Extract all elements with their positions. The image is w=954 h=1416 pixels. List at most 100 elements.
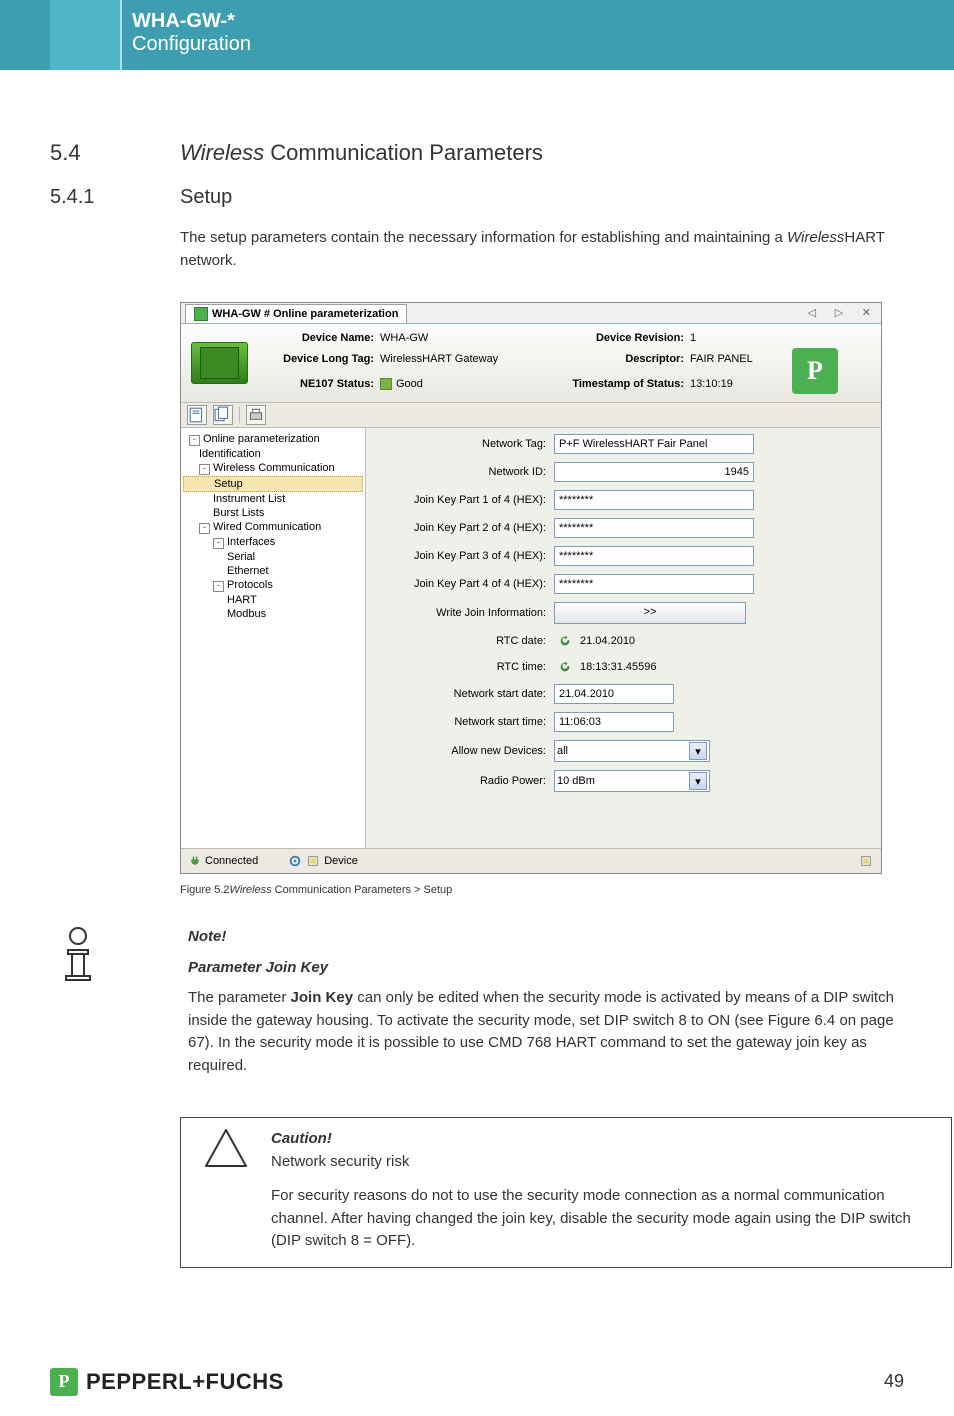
status-connected: Connected <box>189 855 258 867</box>
network-tag-label: Network Tag: <box>376 438 554 450</box>
note-icon <box>58 926 98 981</box>
device-name-value: WHA-GW <box>380 332 550 344</box>
doc-header: WHA-GW-* Configuration <box>0 0 954 70</box>
toolbar-button-3[interactable] <box>246 405 266 425</box>
page-icon <box>188 406 206 424</box>
tree-hart[interactable]: HART <box>183 593 363 607</box>
tree-identification[interactable]: Identification <box>183 447 363 461</box>
tab-controls[interactable]: ◁ ▷ ✕ <box>808 306 877 320</box>
join-key-1-label: Join Key Part 1 of 4 (HEX): <box>376 494 554 506</box>
tree-ethernet[interactable]: Ethernet <box>183 564 363 578</box>
tree-protocols[interactable]: -Protocols <box>183 578 363 593</box>
join-key-3-input[interactable] <box>554 546 754 566</box>
device-name-label: Device Name: <box>260 332 380 344</box>
note-body-a: The parameter <box>188 989 291 1006</box>
radio-power-label: Radio Power: <box>376 775 554 787</box>
header-text: WHA-GW-* Configuration <box>122 0 251 56</box>
write-join-button[interactable]: >> <box>554 602 746 624</box>
collapse-icon[interactable]: - <box>213 581 224 592</box>
network-start-date-label: Network start date: <box>376 688 554 700</box>
network-tag-input[interactable] <box>554 434 754 454</box>
figcap-italic: Wireless <box>230 884 272 896</box>
screenshot-statusbar: Connected Device <box>181 848 881 873</box>
screenshot-panel: WHA-GW # Online parameterization ◁ ▷ ✕ D… <box>180 302 882 874</box>
tree-serial[interactable]: Serial <box>183 550 363 564</box>
print-icon <box>247 406 265 424</box>
ne107-label: NE107 Status: <box>260 378 380 390</box>
intro-a: The setup parameters contain the necessa… <box>180 229 787 246</box>
subsection-heading: 5.4.1 Setup <box>50 186 904 209</box>
toolbar-button-1[interactable] <box>187 405 207 425</box>
tree-wired-comm[interactable]: -Wired Communication <box>183 520 363 535</box>
screenshot-main: -Online parameterization Identification … <box>181 428 881 848</box>
network-id-label: Network ID: <box>376 466 554 478</box>
join-key-4-label: Join Key Part 4 of 4 (HEX): <box>376 578 554 590</box>
caution-box: Caution! Network security risk For secur… <box>180 1117 952 1268</box>
screenshot-toolbar <box>181 403 881 428</box>
allow-new-devices-label: Allow new Devices: <box>376 745 554 757</box>
join-key-2-label: Join Key Part 2 of 4 (HEX): <box>376 522 554 534</box>
tree-interfaces[interactable]: -Interfaces <box>183 535 363 550</box>
status-connected-text: Connected <box>205 855 258 867</box>
ne107-value: Good <box>396 378 423 390</box>
collapse-icon[interactable]: - <box>189 435 200 446</box>
allow-new-devices-value: all <box>557 745 568 757</box>
caution-heading: Caution! <box>271 1130 332 1147</box>
network-start-date-input[interactable] <box>554 684 674 704</box>
brand-name: PEPPERL+FUCHS <box>86 1369 284 1395</box>
brand-logo-icon: P <box>50 1368 78 1396</box>
note-body-bold: Join Key <box>291 989 354 1006</box>
rtc-date-label: RTC date: <box>376 635 554 647</box>
header-line2: Configuration <box>132 33 251 56</box>
caution-sub: Network security risk <box>271 1151 939 1174</box>
chevron-down-icon: ▾ <box>689 772 707 790</box>
collapse-icon[interactable]: - <box>213 538 224 549</box>
device-long-tag-label: Device Long Tag: <box>260 353 380 365</box>
device-revision-label: Device Revision: <box>550 332 690 344</box>
note-heading: Note! <box>188 926 904 949</box>
join-key-3-label: Join Key Part 3 of 4 (HEX): <box>376 550 554 562</box>
device-revision-value: 1 <box>690 332 785 344</box>
section-number: 5.4 <box>50 140 180 166</box>
tree-setup[interactable]: Setup <box>183 476 363 492</box>
join-key-2-input[interactable] <box>554 518 754 538</box>
intro-paragraph: The setup parameters contain the necessa… <box>180 227 904 272</box>
timestamp-value: 13:10:19 <box>690 378 785 390</box>
radio-power-select[interactable]: 10 dBm ▾ <box>554 770 710 792</box>
device-icon <box>306 854 320 868</box>
nav-tree: -Online parameterization Identification … <box>181 428 366 848</box>
allow-new-devices-select[interactable]: all ▾ <box>554 740 710 762</box>
join-key-4-input[interactable] <box>554 574 754 594</box>
tree-modbus[interactable]: Modbus <box>183 607 363 621</box>
refresh-icon[interactable] <box>558 660 572 674</box>
screenshot-tabstrip: WHA-GW # Online parameterization ◁ ▷ ✕ <box>181 303 881 324</box>
section-title-rest: Communication Parameters <box>264 140 543 165</box>
rtc-date-value <box>576 632 694 650</box>
refresh-icon[interactable] <box>558 634 572 648</box>
tree-instrument-list[interactable]: Instrument List <box>183 492 363 506</box>
tree-burst-lists[interactable]: Burst Lists <box>183 506 363 520</box>
radio-power-value: 10 dBm <box>557 775 595 787</box>
toolbar-button-2[interactable] <box>213 405 233 425</box>
subsection-title: Setup <box>180 186 232 209</box>
collapse-icon[interactable]: - <box>199 464 210 475</box>
tree-wireless-comm[interactable]: -Wireless Communication <box>183 461 363 476</box>
section-heading: 5.4 Wireless Communication Parameters <box>50 140 904 166</box>
pages-icon <box>214 406 232 424</box>
status-device-text: Device <box>324 855 358 867</box>
rtc-time-value <box>576 658 694 676</box>
network-id-input[interactable] <box>554 462 754 482</box>
network-start-time-input[interactable] <box>554 712 674 732</box>
toolbar-separator <box>239 407 240 423</box>
tree-root[interactable]: -Online parameterization <box>183 432 363 447</box>
join-key-1-input[interactable] <box>554 490 754 510</box>
page-footer: P PEPPERL+FUCHS 49 <box>0 1308 954 1416</box>
ne107-value-cell: Good <box>380 378 550 390</box>
gear-icon <box>288 854 302 868</box>
device-small-icon <box>859 854 873 868</box>
screenshot-tab[interactable]: WHA-GW # Online parameterization <box>185 304 407 323</box>
section-title-italic: Wireless <box>180 140 264 165</box>
collapse-icon[interactable]: - <box>199 523 210 534</box>
caution-icon-cell <box>181 1118 271 1267</box>
device-image-icon <box>191 342 248 384</box>
